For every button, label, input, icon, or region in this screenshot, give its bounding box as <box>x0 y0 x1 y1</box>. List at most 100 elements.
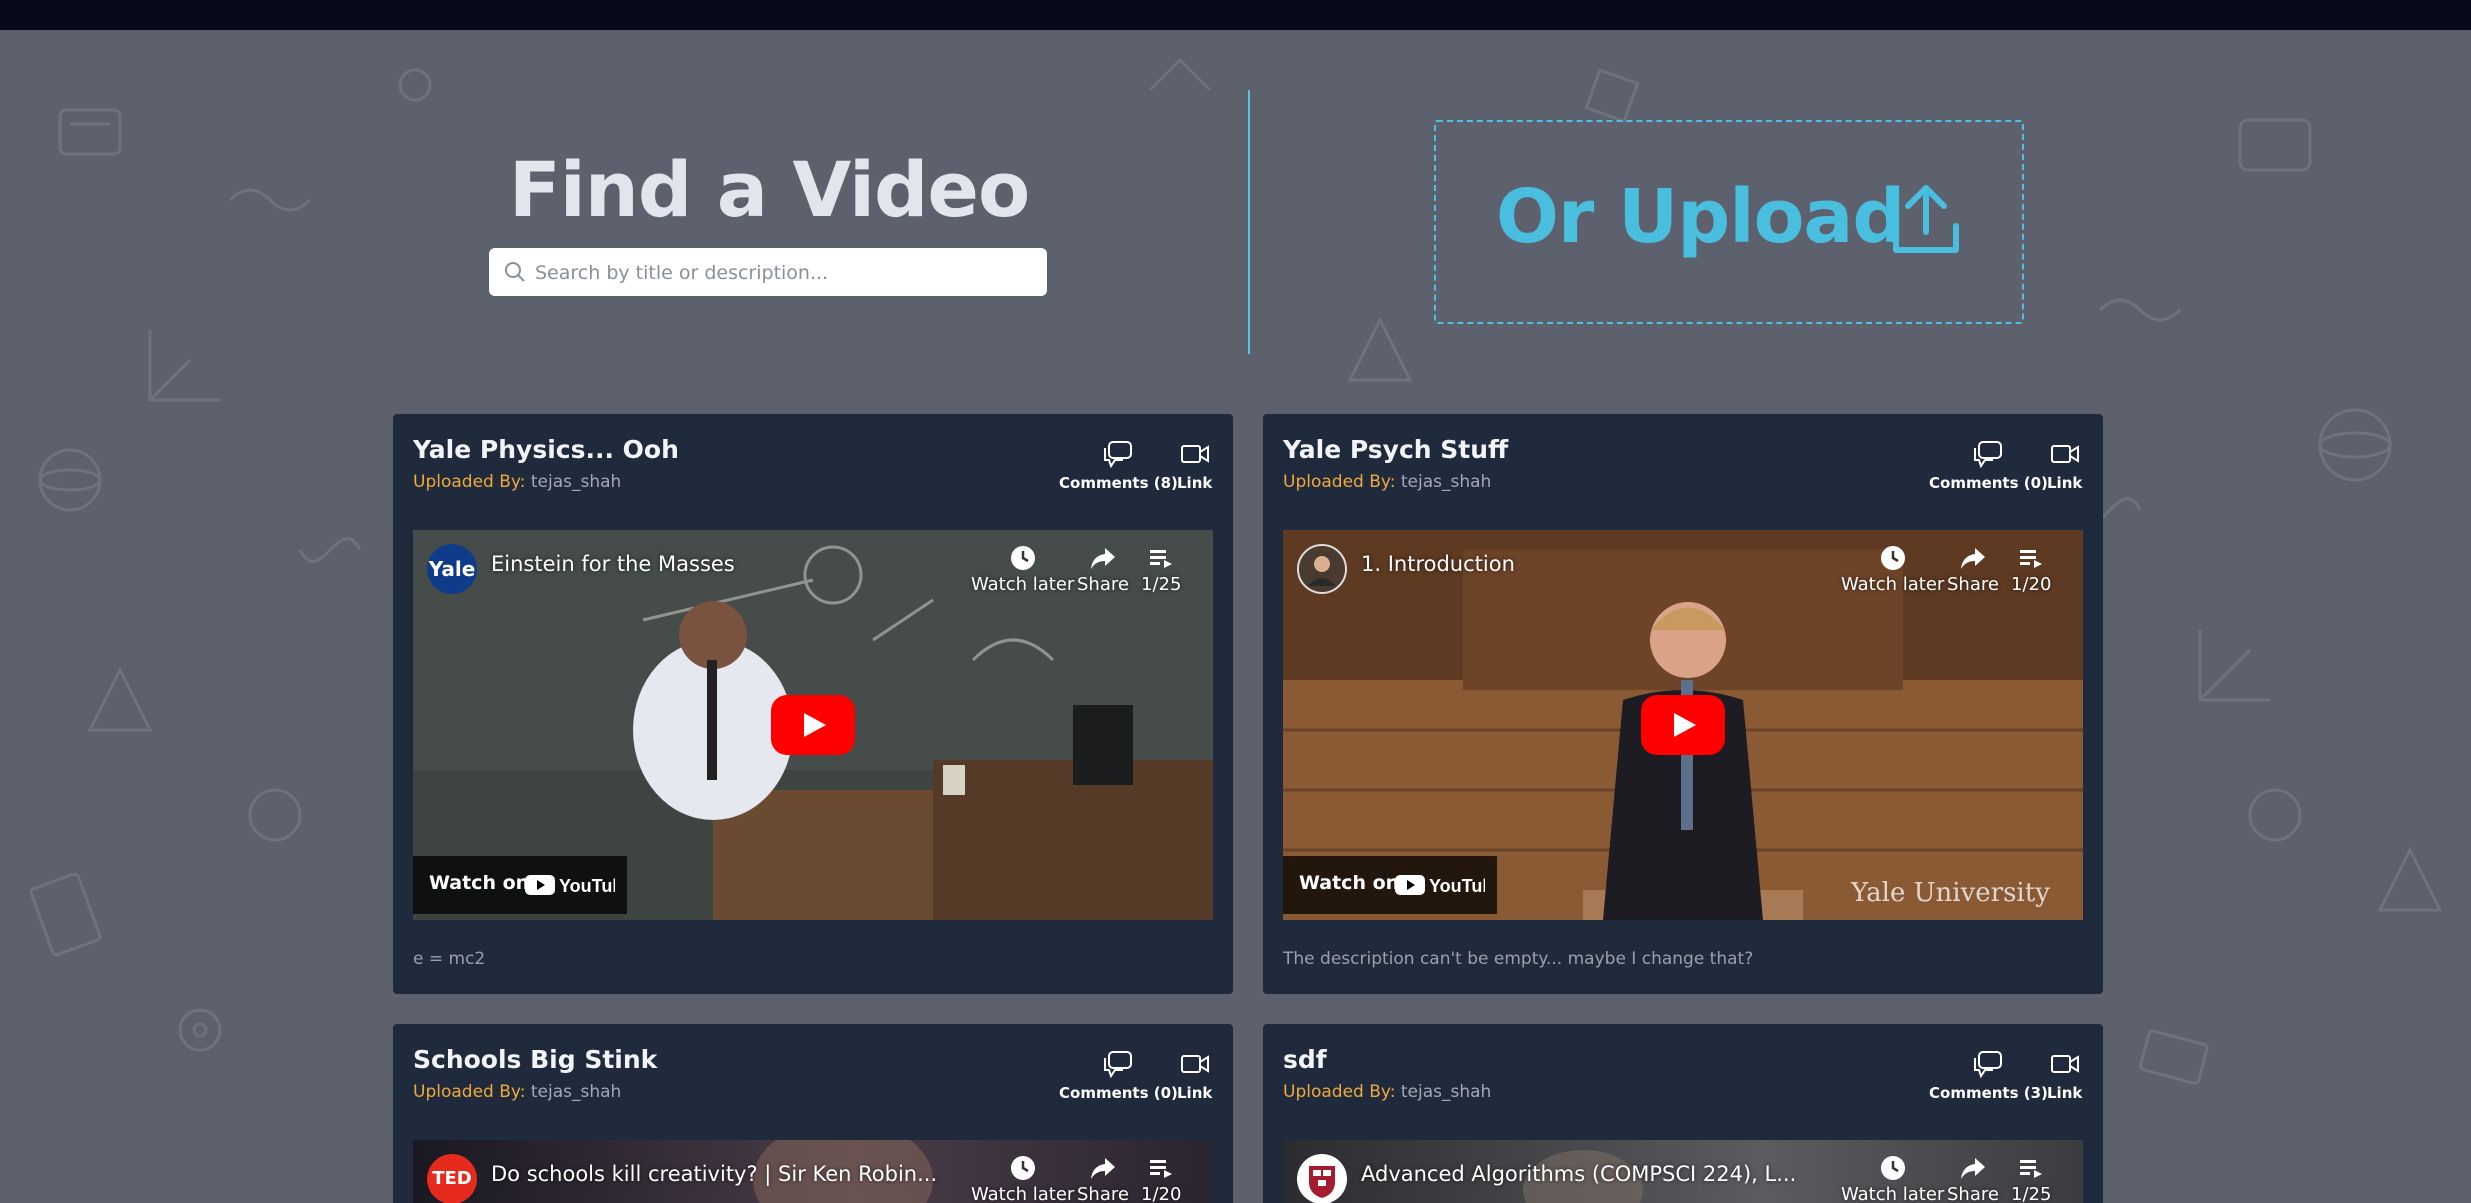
youtube-embed[interactable]: Advanced Algorithms (COMPSCI 224), L... … <box>1283 1140 2083 1203</box>
video-camera-icon <box>2050 445 2079 463</box>
share-button[interactable]: Share <box>1077 1154 1129 1203</box>
link-button[interactable]: Link <box>1177 1050 1212 1102</box>
share-icon <box>1090 548 1115 569</box>
video-watermark: Yale University <box>1851 878 2050 908</box>
uploader-name[interactable]: tejas_shah <box>531 1082 621 1102</box>
share-icon <box>1960 1158 1985 1179</box>
watch-on-youtube-button[interactable]: Watch on YouTube <box>1283 856 1497 914</box>
uploader-info: Uploaded By: tejas_shah <box>413 470 621 494</box>
card-title: Schools Big Stink <box>413 1045 658 1074</box>
playlist-counter: 1/25 <box>2011 1184 2052 1203</box>
link-button[interactable]: Link <box>2047 440 2082 492</box>
video-card: sdf Uploaded By: tejas_shah Comments (3)… <box>1263 1024 2103 1203</box>
comments-button[interactable]: Comments (0) <box>1929 440 2048 492</box>
watch-later-label: Watch later <box>971 1184 1075 1203</box>
playlist-counter: 1/25 <box>1141 574 1182 595</box>
video-card: Yale Physics... Ooh Uploaded By: tejas_s… <box>393 414 1233 994</box>
video-camera-icon <box>2050 1055 2079 1073</box>
link-button[interactable]: Link <box>1177 440 1212 492</box>
watch-later-button[interactable]: Watch later <box>1841 1154 1944 1203</box>
channel-avatar-icon <box>1308 556 1336 586</box>
channel-logo[interactable] <box>1297 544 1347 594</box>
card-title: Yale Physics... Ooh <box>413 435 679 464</box>
search-icon <box>505 262 525 282</box>
playlist-button[interactable]: 1/20 <box>2011 544 2051 595</box>
comments-button[interactable]: Comments (3) <box>1929 1050 2048 1102</box>
playlist-button[interactable]: 1/25 <box>2011 1154 2051 1203</box>
channel-logo[interactable]: TED <box>427 1154 477 1203</box>
card-title: sdf <box>1283 1045 1327 1074</box>
youtube-logo-icon: YouTube <box>525 875 615 896</box>
youtube-embed[interactable]: Yale Einstein for the Masses Watch later… <box>413 530 1213 920</box>
link-label: Link <box>1177 1084 1213 1102</box>
comments-button[interactable]: Comments (0) <box>1059 1050 1178 1102</box>
find-video-heading: Find a Video <box>508 145 1030 234</box>
share-label: Share <box>1077 1184 1129 1203</box>
link-label: Link <box>2047 474 2083 492</box>
section-divider <box>1248 90 1250 354</box>
share-icon <box>1960 548 1985 569</box>
uploader-info: Uploaded By: tejas_shah <box>1283 1080 1491 1104</box>
uploader-name[interactable]: tejas_shah <box>1401 472 1491 492</box>
comments-icon <box>1104 1051 1133 1078</box>
search-input[interactable] <box>533 248 1037 298</box>
card-title: Yale Psych Stuff <box>1283 435 1509 464</box>
video-camera-icon <box>1180 1055 1209 1073</box>
share-button[interactable]: Share <box>1947 1154 1999 1203</box>
playlist-icon <box>1150 550 1173 568</box>
uploader-name[interactable]: tejas_shah <box>531 472 621 492</box>
video-title[interactable]: Einstein for the Masses <box>491 552 735 576</box>
share-label: Share <box>1077 574 1129 595</box>
uploaded-by-label: Uploaded By: <box>413 472 526 492</box>
search-bar[interactable] <box>489 248 1047 298</box>
clock-icon <box>1010 546 1035 570</box>
comments-icon <box>1104 441 1133 468</box>
uploaded-by-label: Uploaded By: <box>413 1082 526 1102</box>
link-label: Link <box>1177 474 1213 492</box>
top-bar <box>0 0 2471 30</box>
card-description: The description can't be empty... maybe … <box>1283 949 1754 969</box>
upload-button[interactable]: Or Upload <box>1434 120 2024 324</box>
watch-later-button[interactable]: Watch later <box>971 544 1074 595</box>
video-title[interactable]: 1. Introduction <box>1361 552 1515 576</box>
youtube-wordmark: YouTube <box>559 876 615 896</box>
play-icon[interactable] <box>1641 695 1725 755</box>
uploader-name[interactable]: tejas_shah <box>1401 1082 1491 1102</box>
channel-logo[interactable]: Yale <box>427 544 477 594</box>
play-icon[interactable] <box>771 695 855 755</box>
video-title[interactable]: Do schools kill creativity? | Sir Ken Ro… <box>491 1162 937 1186</box>
video-title[interactable]: Advanced Algorithms (COMPSCI 224), L... <box>1361 1162 1796 1186</box>
clock-icon <box>1880 1156 1905 1180</box>
share-label: Share <box>1947 574 1999 595</box>
comments-label: Comments (0) <box>1059 1084 1178 1102</box>
clock-icon <box>1010 1156 1035 1180</box>
video-card: Yale Psych Stuff Uploaded By: tejas_shah… <box>1263 414 2103 994</box>
video-camera-icon <box>1180 445 1209 463</box>
watch-later-button[interactable]: Watch later <box>971 1154 1074 1203</box>
watch-on-youtube-button[interactable]: Watch on YouTube <box>413 856 627 914</box>
youtube-embed[interactable]: TED Do schools kill creativity? | Sir Ke… <box>413 1140 1213 1203</box>
link-button[interactable]: Link <box>2047 1050 2082 1102</box>
watch-on-label: Watch on <box>1299 872 1400 894</box>
harvard-shield-icon <box>1309 1166 1335 1198</box>
watch-later-label: Watch later <box>971 574 1075 595</box>
comments-button[interactable]: Comments (8) <box>1059 440 1178 492</box>
playlist-counter: 1/20 <box>2011 574 2052 595</box>
share-button[interactable]: Share <box>1077 544 1129 595</box>
card-description: e = mc2 <box>413 949 486 969</box>
comments-label: Comments (8) <box>1059 474 1178 492</box>
comments-icon <box>1974 1051 2003 1078</box>
youtube-wordmark: YouTube <box>1429 876 1485 896</box>
share-icon <box>1090 1158 1115 1179</box>
watch-later-button[interactable]: Watch later <box>1841 544 1944 595</box>
comments-icon <box>1974 441 2003 468</box>
youtube-embed[interactable]: 1. Introduction Watch later Share 1/20 Y… <box>1283 530 2083 920</box>
playlist-icon <box>2020 1160 2043 1178</box>
watch-later-label: Watch later <box>1841 574 1945 595</box>
playlist-counter: 1/20 <box>1141 1184 1182 1203</box>
playlist-button[interactable]: 1/25 <box>1141 544 1181 595</box>
share-button[interactable]: Share <box>1947 544 1999 595</box>
playlist-button[interactable]: 1/20 <box>1141 1154 1181 1203</box>
upload-icon <box>1893 185 1959 253</box>
channel-logo[interactable] <box>1297 1154 1347 1203</box>
